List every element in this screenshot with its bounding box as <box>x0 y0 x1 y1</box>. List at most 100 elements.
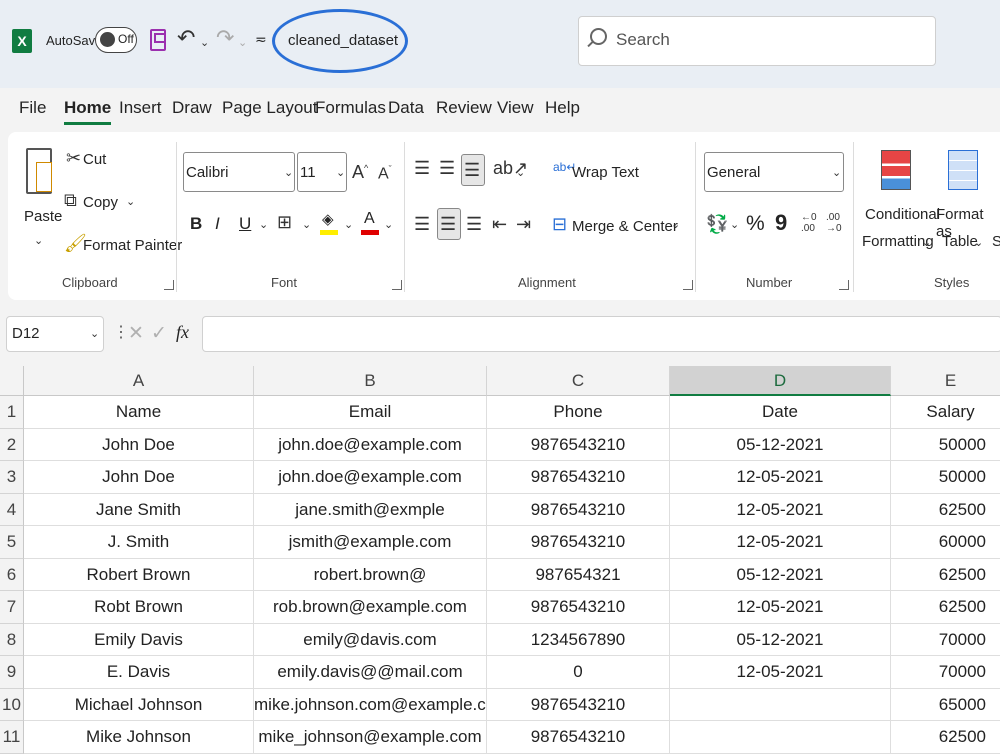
header-cell[interactable]: Date <box>670 396 891 429</box>
table-cell[interactable]: 50000 <box>891 461 1000 494</box>
table-cell[interactable]: J. Smith <box>24 526 254 559</box>
table-cell[interactable]: 50000 <box>891 428 1000 461</box>
paste-button[interactable]: Paste <box>24 208 62 225</box>
decrease-indent-icon[interactable]: ⇤ <box>492 214 507 235</box>
tab-insert[interactable]: Insert <box>119 98 162 118</box>
font-name-dropdown-icon[interactable]: ⌄ <box>284 166 293 179</box>
tab-file[interactable]: File <box>19 98 46 118</box>
select-all-corner[interactable] <box>0 366 24 396</box>
table-cell[interactable]: robert.brown@ <box>254 558 487 591</box>
row-header[interactable]: 9 <box>0 656 24 689</box>
row-header[interactable]: 7 <box>0 591 24 624</box>
align-top-icon[interactable]: ☰ <box>414 158 430 179</box>
table-cell[interactable]: E. Davis <box>24 656 254 689</box>
row-header[interactable]: 6 <box>0 558 24 591</box>
decrease-decimal-icon[interactable]: .00 →0 <box>826 212 842 234</box>
formula-input[interactable] <box>202 316 1000 352</box>
table-cell[interactable]: 9876543210 <box>487 493 670 526</box>
row-header[interactable]: 2 <box>0 428 24 461</box>
borders-icon[interactable]: ⊞ <box>277 212 292 233</box>
tab-formulas[interactable]: Formulas <box>315 98 386 118</box>
table-cell[interactable]: mike_johnson@example.com <box>254 721 487 754</box>
table-cell[interactable]: 62500 <box>891 591 1000 624</box>
row-header[interactable]: 11 <box>0 721 24 754</box>
wrap-text-button[interactable]: Wrap Text <box>572 164 639 181</box>
conditional-formatting-icon[interactable] <box>881 150 911 190</box>
font-color-dropdown-icon[interactable]: ⌄ <box>384 218 393 231</box>
increase-indent-icon[interactable]: ⇥ <box>516 214 531 235</box>
table-cell[interactable]: 62500 <box>891 721 1000 754</box>
table-cell[interactable]: 65000 <box>891 688 1000 721</box>
table-cell[interactable]: mike.johnson.com@example.com <box>254 688 487 721</box>
table-cell[interactable]: 70000 <box>891 656 1000 689</box>
paste-dropdown-icon[interactable]: ⌄ <box>34 234 43 247</box>
table-cell[interactable]: Michael Johnson <box>24 688 254 721</box>
table-cell[interactable]: 05-12-2021 <box>670 428 891 461</box>
table-cell[interactable]: 05-12-2021 <box>670 558 891 591</box>
table-cell[interactable]: Robert Brown <box>24 558 254 591</box>
column-header-b[interactable]: B <box>254 366 487 396</box>
enter-icon[interactable]: ✓ <box>151 322 167 345</box>
align-right-icon[interactable]: ☰ <box>466 214 482 235</box>
comma-style-button[interactable]: 9 <box>775 210 787 236</box>
merge-center-icon[interactable]: ⊟ <box>552 214 567 235</box>
format-as-table-label-2[interactable]: Table <box>942 233 978 250</box>
underline-dropdown-icon[interactable]: ⌄ <box>259 218 268 231</box>
format-as-table-icon[interactable] <box>948 150 978 190</box>
table-cell[interactable]: Jane Smith <box>24 493 254 526</box>
table-cell[interactable]: 9876543210 <box>487 591 670 624</box>
underline-button[interactable]: U <box>239 214 251 234</box>
conditional-formatting-dropdown-icon[interactable]: ⌄ <box>922 236 931 249</box>
accounting-format-icon[interactable]: 💱 <box>706 214 728 235</box>
table-cell[interactable]: rob.brown@example.com <box>254 591 487 624</box>
copy-dropdown-icon[interactable]: ⌄ <box>126 195 135 208</box>
autosave-toggle[interactable]: Off <box>95 27 137 53</box>
tab-data[interactable]: Data <box>388 98 424 118</box>
row-header[interactable]: 4 <box>0 493 24 526</box>
format-painter-button[interactable]: Format Painter <box>83 237 182 254</box>
column-header-a[interactable]: A <box>24 366 254 396</box>
insert-function-icon[interactable]: fx <box>176 322 189 343</box>
row-header[interactable]: 10 <box>0 688 24 721</box>
align-left-icon[interactable]: ☰ <box>414 214 430 235</box>
column-header-d[interactable]: D <box>670 366 891 396</box>
table-cell[interactable]: john.doe@example.com <box>254 428 487 461</box>
table-cell[interactable]: 9876543210 <box>487 461 670 494</box>
table-cell[interactable]: jsmith@example.com <box>254 526 487 559</box>
tab-page-layout[interactable]: Page Layout <box>222 98 317 118</box>
table-cell[interactable] <box>670 688 891 721</box>
table-cell[interactable]: 12-05-2021 <box>670 656 891 689</box>
conditional-formatting-label-1[interactable]: Conditional <box>865 206 940 223</box>
font-size-dropdown-icon[interactable]: ⌄ <box>336 166 345 179</box>
increase-font-icon[interactable]: A^ <box>352 162 368 183</box>
table-cell[interactable]: John Doe <box>24 428 254 461</box>
table-cell[interactable]: 9876543210 <box>487 526 670 559</box>
align-middle-icon[interactable]: ☰ <box>439 158 455 179</box>
title-dropdown-icon[interactable]: ⌄ <box>376 34 385 47</box>
header-cell[interactable]: Name <box>24 396 254 429</box>
tab-home[interactable]: Home <box>64 98 112 125</box>
tab-draw[interactable]: Draw <box>172 98 212 118</box>
table-cell[interactable]: Emily Davis <box>24 623 254 656</box>
table-cell[interactable]: 987654321 <box>487 558 670 591</box>
table-cell[interactable]: 60000 <box>891 526 1000 559</box>
fill-color-dropdown-icon[interactable]: ⌄ <box>344 218 353 231</box>
table-cell[interactable]: john.doe@example.com <box>254 461 487 494</box>
borders-dropdown-icon[interactable]: ⌄ <box>302 218 311 231</box>
orientation-dropdown-icon[interactable]: ⌄ <box>516 166 525 179</box>
row-header[interactable]: 8 <box>0 623 24 656</box>
cut-button[interactable]: Cut <box>83 151 106 168</box>
header-cell[interactable]: Phone <box>487 396 670 429</box>
table-cell[interactable]: 9876543210 <box>487 428 670 461</box>
table-cell[interactable]: 12-05-2021 <box>670 591 891 624</box>
italic-button[interactable]: I <box>215 214 220 234</box>
number-launcher-icon[interactable] <box>839 280 849 290</box>
table-cell[interactable]: 62500 <box>891 558 1000 591</box>
table-cell[interactable]: 12-05-2021 <box>670 526 891 559</box>
column-header-c[interactable]: C <box>487 366 670 396</box>
table-cell[interactable]: 9876543210 <box>487 688 670 721</box>
table-cell[interactable]: John Doe <box>24 461 254 494</box>
table-cell[interactable]: 12-05-2021 <box>670 461 891 494</box>
cut-icon[interactable]: ✂ <box>66 148 81 169</box>
bold-button[interactable]: B <box>190 214 202 234</box>
